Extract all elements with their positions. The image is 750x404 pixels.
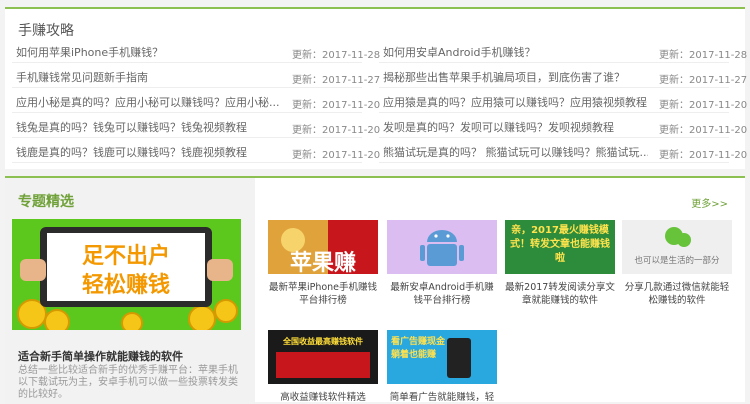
topic-caption[interactable]: 最新安卓Android手机赚钱平台排行榜: [387, 281, 497, 307]
guide-row[interactable]: 如何用苹果iPhone手机赚钱？ 更新：2017-11-28: [7, 39, 380, 63]
topic-thumbnail-text: 也可以是生活的一部分: [634, 256, 720, 266]
update-date: 更新：2017-11-28: [659, 50, 748, 61]
guide-row[interactable]: 熊猫试玩是真的吗？ 熊猫试玩可以赚钱吗？熊猫试玩... 更新：2017-11-2…: [374, 139, 747, 163]
update-date: 更新：2017-11-27: [292, 75, 381, 86]
guide-link[interactable]: 揭秘那些出售苹果手机骗局项目，到底伤害了谁？: [383, 69, 648, 85]
topic-thumbnail[interactable]: [387, 220, 497, 274]
guide-row[interactable]: 如何用安卓Android手机赚钱？ 更新：2017-11-28: [374, 39, 747, 63]
topic-card[interactable]: 最新安卓Android手机赚钱平台排行榜: [387, 220, 497, 307]
guide-row[interactable]: 钱鹿是真的吗？钱鹿可以赚钱吗？钱鹿视频教程 更新：2017-11-20: [7, 139, 380, 163]
topic-thumbnail-text: 全国收益最高赚钱软件: [283, 337, 363, 346]
topic-thumbnail-text: 看广告赚现金 躺着也能赚: [391, 337, 446, 360]
guide-link[interactable]: 手机赚钱常见问题新手指南: [16, 69, 281, 85]
topics-title: 专题精选: [18, 194, 74, 210]
guide-row[interactable]: 手机赚钱常见问题新手指南 更新：2017-11-27: [7, 64, 380, 88]
topic-thumbnail[interactable]: 苹果赚: [268, 220, 378, 274]
feature-description: 总结一些比较适合新手的优秀手赚平台：苹果手机以下载试玩为主，安卓手机可以做一些投…: [18, 365, 238, 400]
guide-link[interactable]: 钱兔是真的吗？钱兔可以赚钱吗？钱兔视频教程: [16, 119, 281, 135]
update-date: 更新：2017-11-28: [292, 50, 381, 61]
topic-card[interactable]: 看广告赚现金 躺着也能赚 简单看广告就能赚钱，轻: [387, 330, 497, 404]
guide-link[interactable]: 熊猫试玩是真的吗？ 熊猫试玩可以赚钱吗？熊猫试玩...: [383, 144, 648, 160]
update-date: 更新：2017-11-20: [659, 100, 748, 111]
feature-image-text2: 轻松赚钱: [81, 273, 170, 298]
guide-title: 手赚攻略: [18, 23, 74, 39]
guide-link[interactable]: 如何用苹果iPhone手机赚钱？: [16, 44, 281, 60]
guide-row[interactable]: 发呗是真的吗？发呗可以赚钱吗？发呗视频教程 更新：2017-11-20: [374, 114, 747, 138]
guide-link[interactable]: 发呗是真的吗？发呗可以赚钱吗？发呗视频教程: [383, 119, 648, 135]
feature-image[interactable]: 足不出户 轻松赚钱: [12, 219, 241, 330]
topic-thumbnail[interactable]: 全国收益最高赚钱软件: [268, 330, 378, 384]
topic-caption[interactable]: 最新2017转发阅读分享文章就能赚钱的软件: [505, 281, 615, 307]
guide-link[interactable]: 钱鹿是真的吗？钱鹿可以赚钱吗？钱鹿视频教程: [16, 144, 281, 160]
update-date: 更新：2017-11-20: [292, 150, 381, 161]
guide-link[interactable]: 应用小秘是真的吗？应用小秘可以赚钱吗？应用小秘...: [16, 94, 281, 110]
update-date: 更新：2017-11-20: [659, 125, 748, 136]
update-date: 更新：2017-11-20: [659, 150, 748, 161]
topic-card[interactable]: 亲，2017最火赚钱模式！转发文章也能赚钱啦 最新2017转发阅读分享文章就能赚…: [505, 220, 615, 307]
topic-thumbnail[interactable]: 看广告赚现金 躺着也能赚: [387, 330, 497, 384]
guide-row[interactable]: 应用小秘是真的吗？应用小秘可以赚钱吗？应用小秘... 更新：2017-11-20: [7, 89, 380, 113]
topic-caption[interactable]: 最新苹果iPhone手机赚钱平台排行榜: [268, 281, 378, 307]
guide-panel: 手赚攻略 如何用苹果iPhone手机赚钱？ 更新：2017-11-28 如何用安…: [5, 7, 747, 169]
topic-caption[interactable]: 简单看广告就能赚钱，轻: [387, 391, 497, 404]
topic-thumbnail[interactable]: 亲，2017最火赚钱模式！转发文章也能赚钱啦: [505, 220, 615, 274]
guide-link[interactable]: 应用猿是真的吗？应用猿可以赚钱吗？应用猿视频教程: [383, 94, 648, 110]
topic-card[interactable]: 也可以是生活的一部分 分享几款通过微信就能轻松赚钱的软件: [622, 220, 732, 307]
guide-link[interactable]: 如何用安卓Android手机赚钱？: [383, 44, 648, 60]
guide-row[interactable]: 应用猿是真的吗？应用猿可以赚钱吗？应用猿视频教程 更新：2017-11-20: [374, 89, 747, 113]
topic-caption[interactable]: 高收益赚钱软件精选: [268, 391, 378, 404]
guide-row[interactable]: 揭秘那些出售苹果手机骗局项目，到底伤害了谁？ 更新：2017-11-27: [374, 64, 747, 88]
topic-thumbnail-text: 亲，2017最火赚钱模式！转发文章也能赚钱啦: [510, 225, 610, 264]
update-date: 更新：2017-11-20: [292, 100, 381, 111]
feature-title[interactable]: 适合新手简单操作就能赚钱的软件: [18, 348, 183, 364]
more-link[interactable]: 更多>>: [691, 195, 728, 210]
update-date: 更新：2017-11-27: [659, 75, 748, 86]
topic-thumbnail[interactable]: 也可以是生活的一部分: [622, 220, 732, 274]
topic-card[interactable]: 全国收益最高赚钱软件 高收益赚钱软件精选: [268, 330, 378, 404]
topic-thumbnail-text: 苹果赚: [289, 251, 356, 274]
topic-caption[interactable]: 分享几款通过微信就能轻松赚钱的软件: [622, 281, 732, 307]
feature-image-text1: 足不出户: [81, 244, 170, 269]
topic-card[interactable]: 苹果赚 最新苹果iPhone手机赚钱平台排行榜: [268, 220, 378, 307]
update-date: 更新：2017-11-20: [292, 125, 381, 136]
guide-row[interactable]: 钱兔是真的吗？钱兔可以赚钱吗？钱兔视频教程 更新：2017-11-20: [7, 114, 380, 138]
topics-panel: 专题精选 更多>> 足不出户 轻松赚钱 适合新手简单操作就能赚钱的软件 总结一些…: [5, 176, 745, 404]
